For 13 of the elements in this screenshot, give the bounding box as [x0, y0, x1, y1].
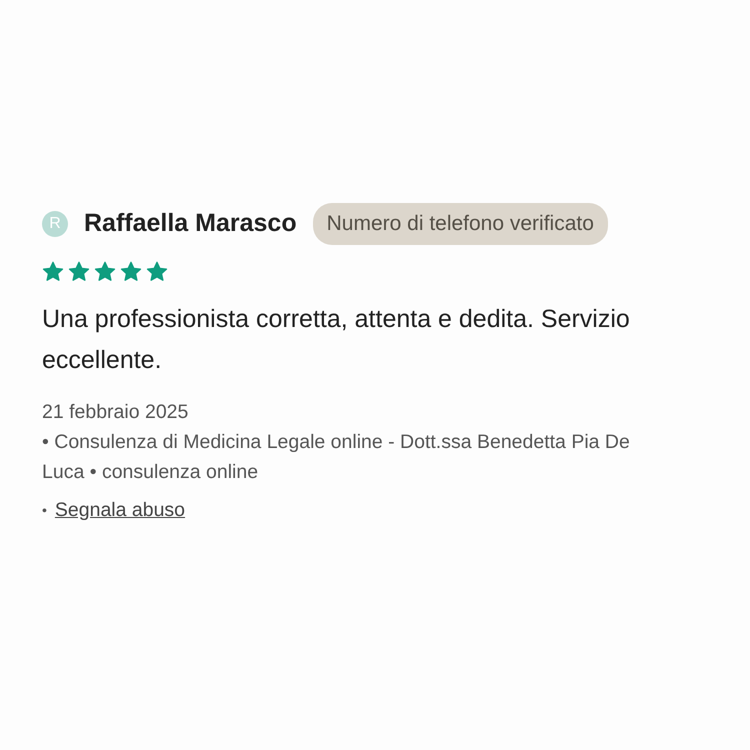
- report-abuse-link[interactable]: Segnala abuso: [54, 494, 186, 524]
- star-icon: [146, 260, 168, 282]
- bullet: •: [42, 500, 47, 520]
- star-icon: [94, 260, 116, 282]
- star-icon: [68, 260, 90, 282]
- star-icon: [120, 260, 142, 282]
- review-date: 21 febbraio 2025: [42, 400, 190, 424]
- avatar: R: [42, 210, 68, 237]
- service-details: • Consulenza di Medicina Legale online - Dott.ssa Benedetta Pia De Luca • consulenza online: [42, 430, 631, 484]
- author-name: Raffaella Marasco: [84, 208, 297, 239]
- review-text: Una professionista corretta, attenta e dedita. Servizio eccellente.: [42, 304, 631, 376]
- star-icon: [42, 260, 64, 282]
- verified-badge: Numero di telefono verificato: [312, 203, 608, 244]
